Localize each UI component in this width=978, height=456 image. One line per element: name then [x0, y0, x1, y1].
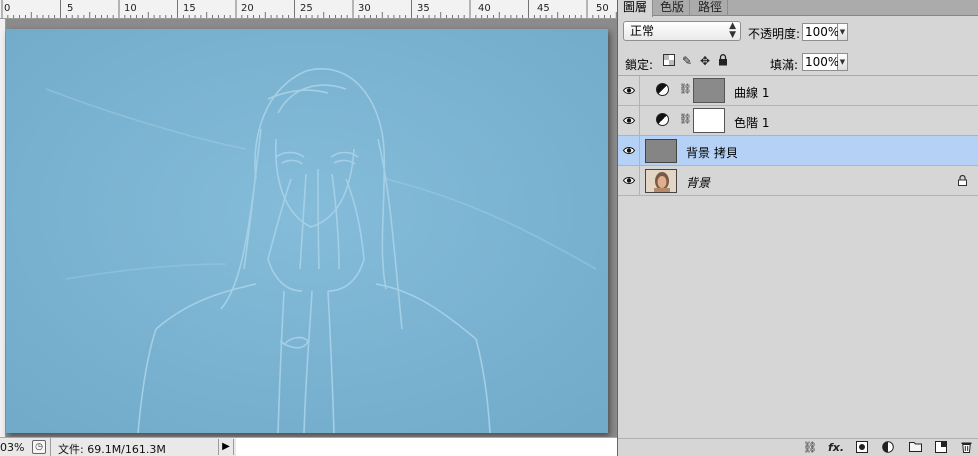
layer-row-levels[interactable]: ⛓ 色階 1	[618, 106, 978, 136]
eye-glyph	[623, 177, 635, 184]
mask-link-icon[interactable]: ⛓	[679, 114, 692, 125]
ruler-label: 10	[124, 3, 137, 14]
lock-transparency-icon[interactable]	[662, 54, 676, 68]
lock-brush-icon[interactable]: ✎	[680, 54, 694, 68]
layer-name[interactable]: 背景	[686, 174, 710, 191]
lock-all-icon[interactable]	[716, 54, 730, 68]
blend-mode-value: 正常	[630, 24, 655, 38]
layer-style-fx-icon[interactable]: fx.	[828, 441, 844, 455]
lock-move-icon[interactable]: ✥	[698, 54, 712, 68]
layer-name[interactable]: 曲線 1	[734, 84, 769, 101]
eye-glyph	[623, 147, 635, 154]
opacity-slider-arrow-icon[interactable]: ▼	[838, 23, 848, 41]
tab-layers[interactable]: 圖層	[618, 0, 654, 17]
tab-paths[interactable]: 路徑	[693, 0, 729, 16]
layer-name[interactable]: 色階 1	[734, 114, 769, 131]
adjustment-layer-icon	[656, 83, 669, 96]
opacity-label: 不透明度:	[748, 27, 801, 41]
lock-transparency-glyph	[663, 54, 675, 66]
lock-row: 鎖定: ✎ ✥ 填滿: 100% ▼	[618, 48, 978, 76]
ruler-label: 20	[241, 3, 254, 14]
status-divider	[50, 438, 51, 456]
lock-label: 鎖定:	[625, 58, 654, 72]
folder-glyph	[908, 442, 922, 452]
horizontal-ruler[interactable]: 0 5 10 15 20 25 30 35 40 45 50	[0, 0, 617, 19]
new-adjustment-layer-icon[interactable]	[880, 441, 896, 455]
new-group-icon[interactable]	[907, 441, 923, 455]
adjustment-glyph	[882, 441, 894, 453]
layer-thumbnail[interactable]	[645, 139, 677, 163]
status-bar: 03% ◷ 文件: 69.1M/161.3M ▶	[0, 437, 617, 456]
document-size-info: 文件: 69.1M/161.3M	[58, 443, 166, 456]
padlock-glyph	[719, 54, 727, 66]
new-layer-glyph	[935, 441, 947, 453]
add-mask-icon[interactable]	[854, 441, 870, 455]
layer-mask-thumbnail[interactable]	[693, 78, 725, 103]
horizontal-scrollbar[interactable]	[236, 438, 617, 456]
ruler-label: 15	[183, 3, 196, 14]
ruler-label: 25	[300, 3, 313, 14]
fill-label: 填滿:	[770, 58, 799, 72]
delete-layer-trash-icon[interactable]	[958, 441, 974, 455]
tab-channels[interactable]: 色版	[655, 0, 691, 16]
layer-name[interactable]: 背景 拷貝	[686, 144, 738, 161]
eye-glyph	[623, 117, 635, 124]
layers-panel: 圖層 色版 路徑 正常 ▲ ▼ 不透明度: 100% ▼ 鎖定: ✎ ✥ 填滿: …	[617, 0, 978, 456]
ruler-label: 45	[537, 3, 550, 14]
status-info-icon[interactable]: ◷	[32, 440, 46, 454]
fill-slider-arrow-icon[interactable]: ▼	[838, 53, 848, 71]
layers-panel-footer: ⛓ fx.	[618, 438, 978, 456]
ruler-label: 0	[4, 3, 11, 14]
image-canvas[interactable]	[6, 29, 608, 433]
ruler-label: 5	[67, 3, 74, 14]
blend-row: 正常 ▲ ▼ 不透明度: 100% ▼	[618, 18, 978, 46]
layer-mask-thumbnail[interactable]	[693, 108, 725, 133]
visibility-eye-icon[interactable]	[618, 136, 640, 166]
visibility-eye-icon[interactable]	[618, 76, 640, 106]
status-menu-arrow-icon[interactable]: ▶	[218, 439, 234, 455]
visibility-eye-icon[interactable]	[618, 166, 640, 196]
opacity-input[interactable]: 100%	[802, 23, 839, 41]
panel-tabs: 圖層 色版 路徑	[618, 0, 978, 17]
padlock-glyph	[958, 174, 967, 186]
ruler-label: 50	[596, 3, 609, 14]
visibility-eye-icon[interactable]	[618, 106, 640, 136]
link-layers-icon[interactable]: ⛓	[802, 441, 818, 455]
layer-row-background-copy[interactable]: 背景 拷貝	[618, 136, 978, 166]
adjustment-layer-icon	[656, 113, 669, 126]
ruler-label: 35	[417, 3, 430, 14]
eye-glyph	[623, 87, 635, 94]
layer-lock-icon	[958, 174, 967, 189]
mask-glyph	[856, 441, 868, 453]
embossed-portrait-image	[6, 29, 608, 433]
layer-row-background[interactable]: 背景	[618, 166, 978, 196]
ruler-label: 30	[358, 3, 371, 14]
fill-input[interactable]: 100%	[802, 53, 839, 71]
layer-row-curves[interactable]: ⛓ 曲線 1	[618, 76, 978, 106]
layers-list: ⛓ 曲線 1 ⛓ 色階 1 背景 拷貝 背景	[618, 76, 978, 196]
document-window: 0 5 10 15 20 25 30 35 40 45 50 03% ◷ 文件:…	[0, 0, 617, 456]
layer-thumbnail[interactable]	[645, 169, 677, 193]
zoom-level[interactable]: 03%	[0, 441, 30, 454]
trash-glyph	[961, 442, 971, 453]
ruler-label: 40	[478, 3, 491, 14]
updown-arrows-icon: ▲ ▼	[729, 21, 736, 40]
blend-mode-select[interactable]: 正常 ▲ ▼	[623, 21, 741, 41]
portrait-thumbnail-image	[646, 170, 676, 192]
mask-link-icon[interactable]: ⛓	[679, 84, 692, 95]
new-layer-icon[interactable]	[933, 441, 949, 455]
